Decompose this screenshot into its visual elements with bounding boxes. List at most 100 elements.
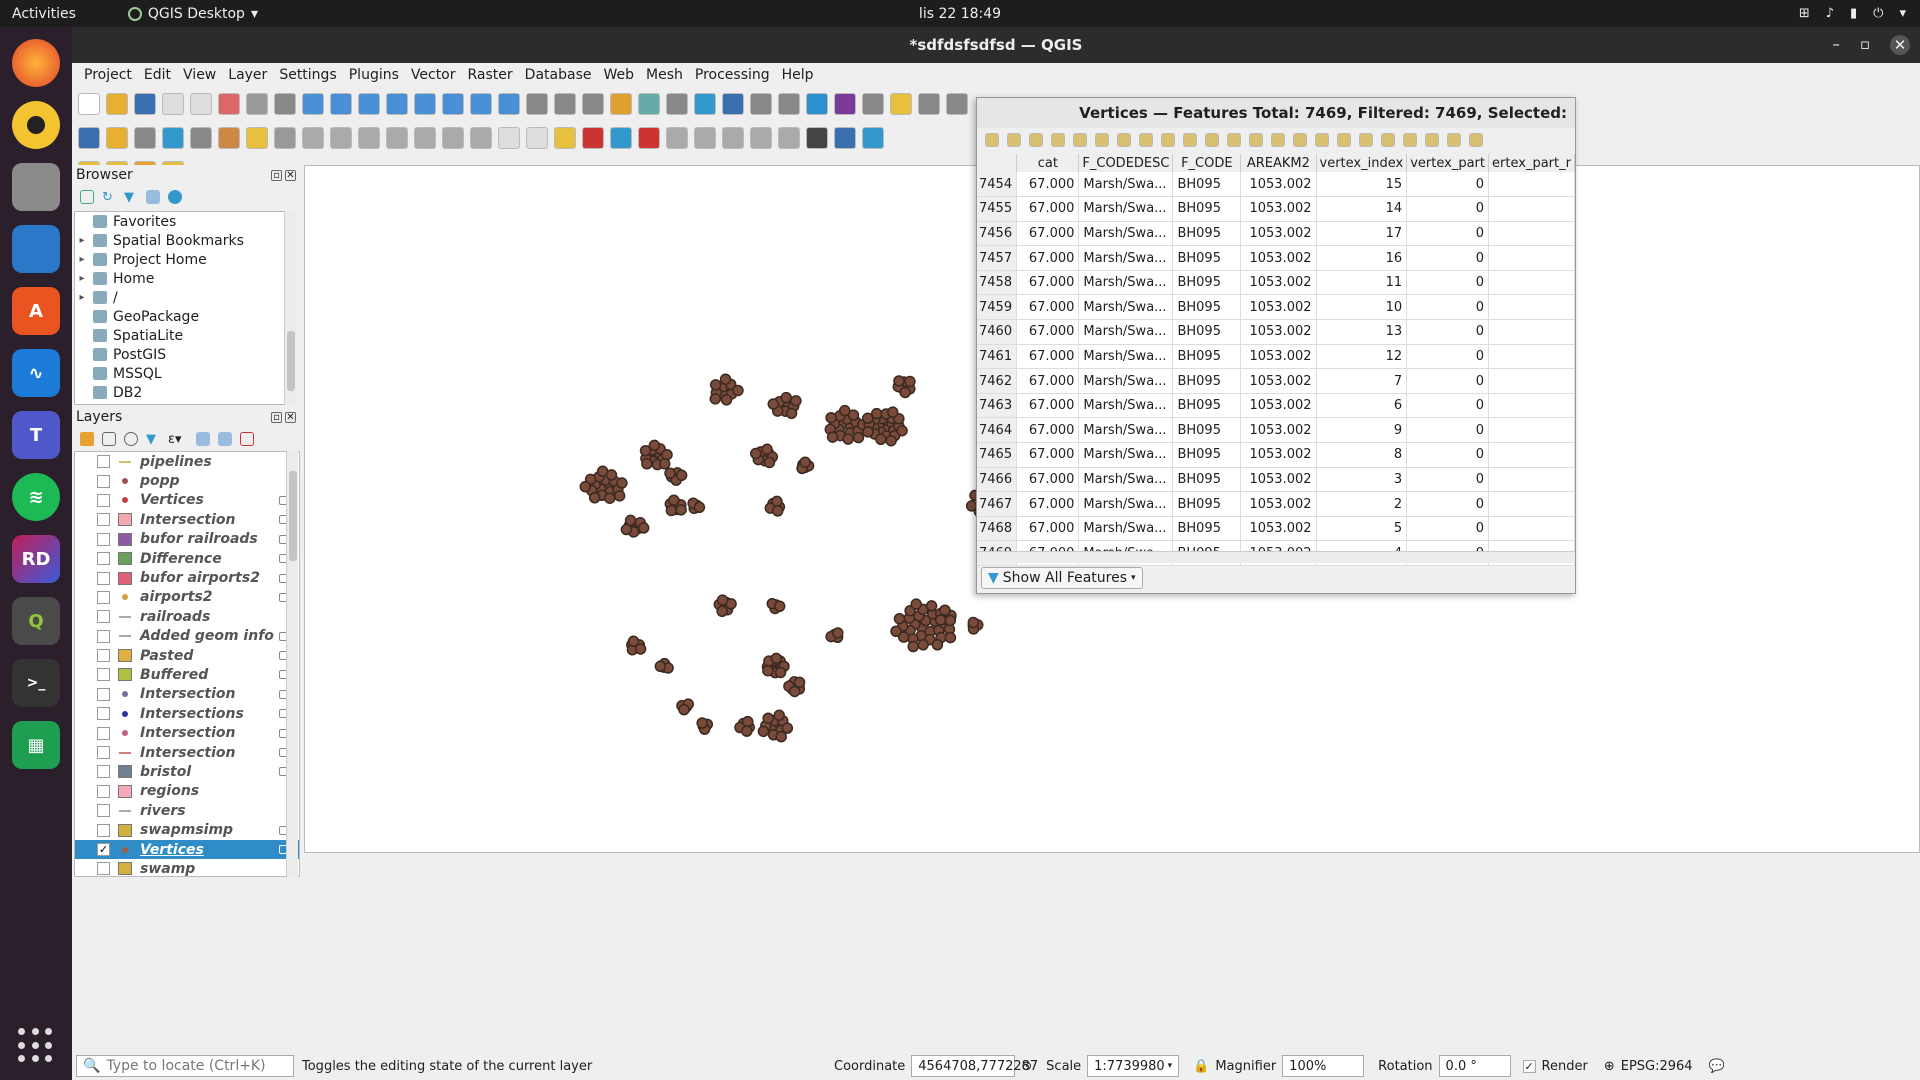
open-layer-styling-icon[interactable]	[80, 432, 94, 446]
table-row[interactable]: 7463 67.000 Marsh/Swa... BH095 1053.002 6 0	[977, 393, 1575, 419]
attribute-table-hscrollbar[interactable]	[977, 551, 1575, 563]
app-menu[interactable]: QGIS Desktop ▾	[127, 6, 258, 22]
row-header[interactable]: 7461	[977, 344, 1018, 370]
table-cell[interactable]	[1488, 467, 1575, 493]
zoom-full-icon[interactable]	[386, 93, 408, 115]
menu-edit[interactable]: Edit	[138, 67, 177, 83]
add-feature-icon[interactable]	[1073, 133, 1087, 147]
table-cell[interactable]: 0	[1406, 270, 1490, 296]
open-project-icon[interactable]	[106, 93, 128, 115]
table-cell[interactable]: BH095	[1172, 221, 1242, 247]
column-header[interactable]: ertex_part_r	[1488, 154, 1575, 172]
table-cell[interactable]: 1053.002	[1240, 516, 1317, 542]
row-header[interactable]: 7468	[977, 516, 1018, 542]
layer-visibility-checkbox[interactable]	[97, 513, 110, 527]
manage-visibility-icon[interactable]	[124, 432, 138, 446]
measure-icon[interactable]	[862, 93, 884, 115]
digitize-icon[interactable]	[162, 127, 184, 149]
messages-icon[interactable]: 💬	[1709, 1059, 1725, 1074]
table-cell[interactable]	[1488, 196, 1575, 222]
toggle-multi-edit-icon[interactable]	[1007, 133, 1021, 147]
table-cell[interactable]: 67.000	[1016, 172, 1080, 198]
table-cell[interactable]: 0	[1406, 245, 1490, 271]
menu-layer[interactable]: Layer	[222, 67, 273, 83]
table-cell[interactable]: 0	[1406, 467, 1490, 493]
statistics-icon[interactable]	[778, 93, 800, 115]
zoom-to-selection-icon[interactable]	[414, 93, 436, 115]
layer-visibility-checkbox[interactable]	[97, 784, 110, 798]
refresh-icon[interactable]: ↻	[102, 190, 116, 205]
table-cell[interactable]: 1053.002	[1240, 172, 1317, 198]
layer-item[interactable]: regions	[75, 782, 299, 801]
table-cell[interactable]: 7	[1316, 368, 1408, 394]
label-rotate-icon[interactable]	[722, 127, 744, 149]
table-row[interactable]: 7459 67.000 Marsh/Swa... BH095 1053.002 10 0	[977, 294, 1575, 321]
float-icon[interactable]: ▫	[271, 169, 282, 181]
table-cell[interactable]: 67.000	[1016, 270, 1080, 296]
layer-visibility-checkbox[interactable]: ✓	[97, 843, 110, 856]
table-cell[interactable]: Marsh/Swa...	[1078, 417, 1174, 444]
layer-visibility-checkbox[interactable]	[97, 629, 110, 643]
pan-icon[interactable]	[274, 93, 296, 115]
new-field-icon[interactable]	[1359, 133, 1373, 147]
menu-view[interactable]: View	[177, 67, 222, 83]
new-virtual-icon[interactable]	[190, 127, 212, 149]
table-cell[interactable]: 1053.002	[1240, 196, 1317, 222]
toggle-editing-icon[interactable]	[246, 127, 268, 149]
reload-icon[interactable]	[1051, 133, 1065, 147]
browser-item[interactable]: PostGIS	[75, 345, 295, 364]
rhythmbox-icon[interactable]	[12, 101, 60, 149]
filter-selected-icon[interactable]	[1271, 133, 1285, 147]
print-layout-icon[interactable]	[190, 93, 212, 115]
writer-icon[interactable]	[12, 225, 60, 273]
table-cell[interactable]: Marsh/Swa...	[1078, 245, 1174, 271]
table-cell[interactable]: 1053.002	[1240, 393, 1317, 419]
table-cell[interactable]: 0	[1406, 221, 1490, 247]
table-cell[interactable]: 16	[1316, 245, 1408, 271]
calc-icon[interactable]: ▦	[12, 721, 60, 769]
teams-icon[interactable]: T	[12, 411, 60, 459]
new-geopackage-icon[interactable]	[106, 127, 128, 149]
row-header[interactable]: 7463	[977, 393, 1018, 419]
table-cell[interactable]: 67.000	[1016, 368, 1080, 394]
zoom-to-layer-icon[interactable]	[442, 93, 464, 115]
table-cell[interactable]: 0	[1406, 516, 1490, 542]
save-edits-icon[interactable]	[1029, 133, 1043, 147]
table-row[interactable]: 7460 67.000 Marsh/Swa... BH095 1053.002 13 0	[977, 319, 1575, 345]
scale-field[interactable]: 1:7739980 ▾	[1087, 1055, 1180, 1077]
layer-visibility-checkbox[interactable]	[97, 610, 110, 624]
table-cell[interactable]: 6	[1316, 393, 1408, 419]
table-cell[interactable]: 11	[1316, 270, 1408, 296]
table-cell[interactable]: 17	[1316, 221, 1408, 247]
row-header[interactable]: 7464	[977, 417, 1018, 444]
table-cell[interactable]: 67.000	[1016, 294, 1080, 321]
table-cell[interactable]	[1488, 245, 1575, 271]
locator-input[interactable]: 🔍 Type to locate (Ctrl+K)	[76, 1055, 294, 1077]
collapse-all-icon[interactable]	[146, 190, 160, 204]
actions-icon[interactable]	[1469, 133, 1483, 147]
minimize-icon[interactable]: –	[1832, 35, 1840, 55]
table-row[interactable]: 7464 67.000 Marsh/Swa... BH095 1053.002 9 0	[977, 417, 1575, 444]
browser-item[interactable]: ▸ /	[75, 288, 295, 307]
row-header[interactable]: 7467	[977, 491, 1018, 517]
layer-visibility-checkbox[interactable]	[97, 552, 110, 566]
table-cell[interactable]: BH095	[1172, 393, 1242, 419]
firefox-icon[interactable]	[12, 39, 60, 87]
layer-item[interactable]: ✓ Vertices	[75, 839, 299, 860]
zoom-out-icon[interactable]	[358, 93, 380, 115]
table-cell[interactable]: 0	[1406, 344, 1490, 370]
coordinate-field[interactable]: 4564708,7772287	[911, 1055, 1038, 1077]
files-icon[interactable]	[12, 163, 60, 211]
row-header[interactable]: 7459	[977, 294, 1018, 321]
table-cell[interactable]: BH095	[1172, 491, 1242, 517]
browser-item[interactable]: ▸ Home	[75, 269, 295, 288]
show-all-features-button[interactable]: ▼ Show All Features ▾	[981, 567, 1143, 589]
layer-item[interactable]: Pasted	[75, 646, 299, 665]
paste-icon[interactable]	[1161, 133, 1175, 147]
table-row[interactable]: 7456 67.000 Marsh/Swa... BH095 1053.002 17 0	[977, 221, 1575, 247]
layer-visibility-checkbox[interactable]	[97, 804, 110, 818]
row-header[interactable]: 7465	[977, 442, 1018, 468]
layer-item[interactable]: Intersection	[75, 510, 299, 529]
render-checkbox[interactable]: ✓	[1522, 1059, 1536, 1073]
table-cell[interactable]: 67.000	[1016, 442, 1080, 468]
